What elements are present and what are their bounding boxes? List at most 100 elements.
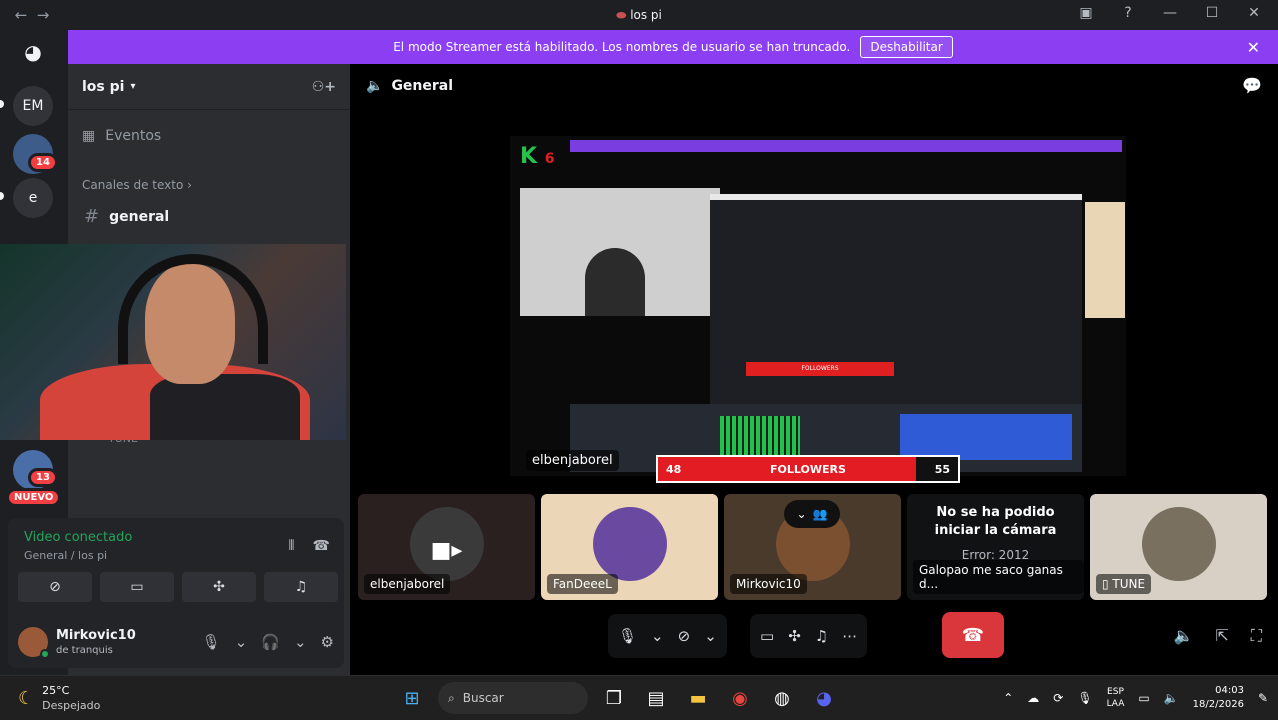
soundboard-icon: ♫ xyxy=(294,579,308,595)
language-indicator[interactable]: ESP LAA xyxy=(1107,686,1125,710)
camera-off-button[interactable]: ⊘ xyxy=(18,572,92,602)
screen-share-stream[interactable]: K 6 FOLLOWERS elbenjaborel xyxy=(510,136,1126,476)
server-header[interactable]: los pi ▾ ⚇+ xyxy=(68,64,350,110)
add-member-icon[interactable]: ⚇+ xyxy=(312,79,336,95)
clock[interactable]: 04:03 18/2/2026 xyxy=(1193,684,1244,712)
volume-icon[interactable]: 🔈 xyxy=(1173,626,1193,646)
chrome-icon[interactable]: ◉ xyxy=(724,682,756,714)
channel-general[interactable]: # general xyxy=(68,206,350,227)
title-bar: ← → ⬬ los pi ▣ ? — ☐ ✕ xyxy=(0,0,1278,30)
close-window-icon[interactable]: ✕ xyxy=(1240,5,1268,21)
popout-icon[interactable]: ⇱ xyxy=(1215,626,1228,646)
windows-start-icon[interactable]: ⊞ xyxy=(396,682,428,714)
weather-widget[interactable]: ☾ 25°C Despejado xyxy=(18,684,100,712)
voice-connection-panel: Video conectado General / los pi ⦀ ☎ ⊘ ▭… xyxy=(8,518,344,668)
group-toggle[interactable]: ⌄ 👥 xyxy=(784,500,840,528)
avatar xyxy=(592,507,667,582)
microphone-icon[interactable]: 🎙 xyxy=(202,633,221,651)
maximize-icon[interactable]: ☐ xyxy=(1198,5,1226,21)
events-item[interactable]: ▦ Eventos xyxy=(68,116,350,156)
participant-name: Mirkovic10 xyxy=(730,574,807,594)
chevron-down-icon[interactable]: ⌄ xyxy=(235,633,248,651)
voice-status-text[interactable]: Video conectado xyxy=(24,530,132,545)
username: Mirkovic10 xyxy=(56,628,136,643)
microphone-icon[interactable]: 🎙 xyxy=(1077,691,1092,705)
disconnect-icon[interactable]: ☎ xyxy=(313,538,330,554)
category-text-channels[interactable]: Canales de texto › xyxy=(68,178,350,192)
microphone-icon[interactable]: 🎙 xyxy=(618,627,637,645)
mention-badge: 13 xyxy=(28,468,58,487)
participant-tiles: ■▸ elbenjaborel FanDeeeL ⌄ 👥 Mirkovic10 N… xyxy=(358,494,1267,600)
store-icon[interactable]: ▤ xyxy=(640,682,672,714)
participant-tile[interactable]: No se ha podido iniciar la cámara Error:… xyxy=(907,494,1084,600)
more-icon[interactable]: ⋯ xyxy=(842,627,857,645)
noise-suppression-icon[interactable]: ⦀ xyxy=(288,538,294,554)
minimize-icon[interactable]: — xyxy=(1156,5,1184,21)
fullscreen-icon[interactable]: ⛶ xyxy=(1251,626,1262,646)
phone-icon: ▯ xyxy=(1102,577,1113,591)
participant-name: Galopao me saco ganas d... xyxy=(913,560,1084,594)
task-view-icon[interactable]: ❐ xyxy=(598,682,630,714)
camera-off-icon[interactable]: ⊘ xyxy=(678,627,691,645)
taskbar-search[interactable]: ⌕ Buscar xyxy=(438,682,588,714)
file-explorer-icon[interactable]: ▬ xyxy=(682,682,714,714)
gear-icon[interactable]: ⚙ xyxy=(321,633,334,651)
hash-icon: # xyxy=(84,206,100,227)
monitor-icon[interactable]: ▭ xyxy=(1138,691,1149,705)
new-badge: NUEVO xyxy=(6,488,62,507)
nested-person xyxy=(585,248,645,316)
avatar[interactable] xyxy=(18,627,50,659)
speaker-icon: 🔈 xyxy=(366,78,384,94)
webcam-person-jacket xyxy=(150,374,300,440)
disconnect-button[interactable]: ☎ xyxy=(942,612,1004,658)
chevron-down-icon[interactable]: ⌄ xyxy=(704,627,717,645)
voice-location[interactable]: General / los pi xyxy=(24,549,132,562)
screen-share-icon[interactable]: ▭ xyxy=(760,627,774,645)
chevron-down-icon[interactable]: ⌄ xyxy=(294,633,307,651)
nested-followers-bar: FOLLOWERS xyxy=(746,362,894,376)
participant-tile[interactable]: ▯ TUNE xyxy=(1090,494,1267,600)
server-em[interactable]: EM xyxy=(13,86,53,126)
audio-video-controls: 🎙 ⌄ ⊘ ⌄ xyxy=(608,614,727,658)
app-icon[interactable]: ◍ xyxy=(766,682,798,714)
banner-text: El modo Streamer está habilitado. Los no… xyxy=(393,40,851,54)
custom-status: de tranquis xyxy=(56,645,113,656)
activities-button[interactable]: ✣ xyxy=(182,572,256,602)
participant-tile[interactable]: FanDeeeL xyxy=(541,494,718,600)
soundboard-icon[interactable]: ♫ xyxy=(815,627,828,645)
chevron-down-icon[interactable]: ⌄ xyxy=(651,627,664,645)
discord-home-button[interactable]: ◕ xyxy=(13,32,53,72)
system-tray: ⌃ ☁ ⟳ 🎙 ESP LAA ▭ 🔈 04:03 18/2/2026 ✎ xyxy=(1003,684,1268,712)
calendar-icon: ▦ xyxy=(82,128,96,144)
server-e[interactable]: e xyxy=(13,178,53,218)
activities-icon[interactable]: ✣ xyxy=(788,627,801,645)
category-label: Canales de texto xyxy=(82,178,184,192)
participant-tile[interactable]: ⌄ 👥 Mirkovic10 xyxy=(724,494,901,600)
chevron-up-icon[interactable]: ⌃ xyxy=(1003,691,1013,705)
voice-status: Video conectado General / los pi xyxy=(24,530,132,562)
clock-time: 04:03 xyxy=(1215,685,1244,696)
activity-controls: ▭ ✣ ♫ ⋯ xyxy=(750,614,868,658)
participant-tile[interactable]: ■▸ elbenjaborel xyxy=(358,494,535,600)
discord-taskbar-icon[interactable]: ◕ xyxy=(808,682,840,714)
participant-name: elbenjaborel xyxy=(364,574,451,594)
share-screen-button[interactable]: ▭ xyxy=(100,572,174,602)
notifications-icon[interactable]: ✎ xyxy=(1258,691,1268,705)
headphones-icon[interactable]: 🎧 xyxy=(261,633,280,651)
moon-icon: ☾ xyxy=(18,687,35,709)
soundboard-button[interactable]: ♫ xyxy=(264,572,338,602)
avatar xyxy=(1141,507,1216,582)
help-icon[interactable]: ? xyxy=(1114,5,1142,21)
sync-icon[interactable]: ⟳ xyxy=(1053,691,1063,705)
inbox-icon[interactable]: ▣ xyxy=(1072,5,1100,21)
webcam-preview[interactable] xyxy=(0,244,346,440)
disable-streamer-button[interactable]: Deshabilitar xyxy=(860,36,953,58)
temperature: 25°C xyxy=(42,684,70,697)
speaker-icon[interactable]: 🔈 xyxy=(1164,691,1179,705)
chat-bubble-icon[interactable]: 💬 xyxy=(1242,76,1262,95)
headphones-shape xyxy=(118,254,268,364)
cloud-icon[interactable]: ☁ xyxy=(1027,691,1039,705)
close-icon[interactable]: ✕ xyxy=(1247,38,1260,57)
voice-channel-header: 🔈 General xyxy=(366,78,453,94)
nested-side-window xyxy=(1085,202,1125,318)
